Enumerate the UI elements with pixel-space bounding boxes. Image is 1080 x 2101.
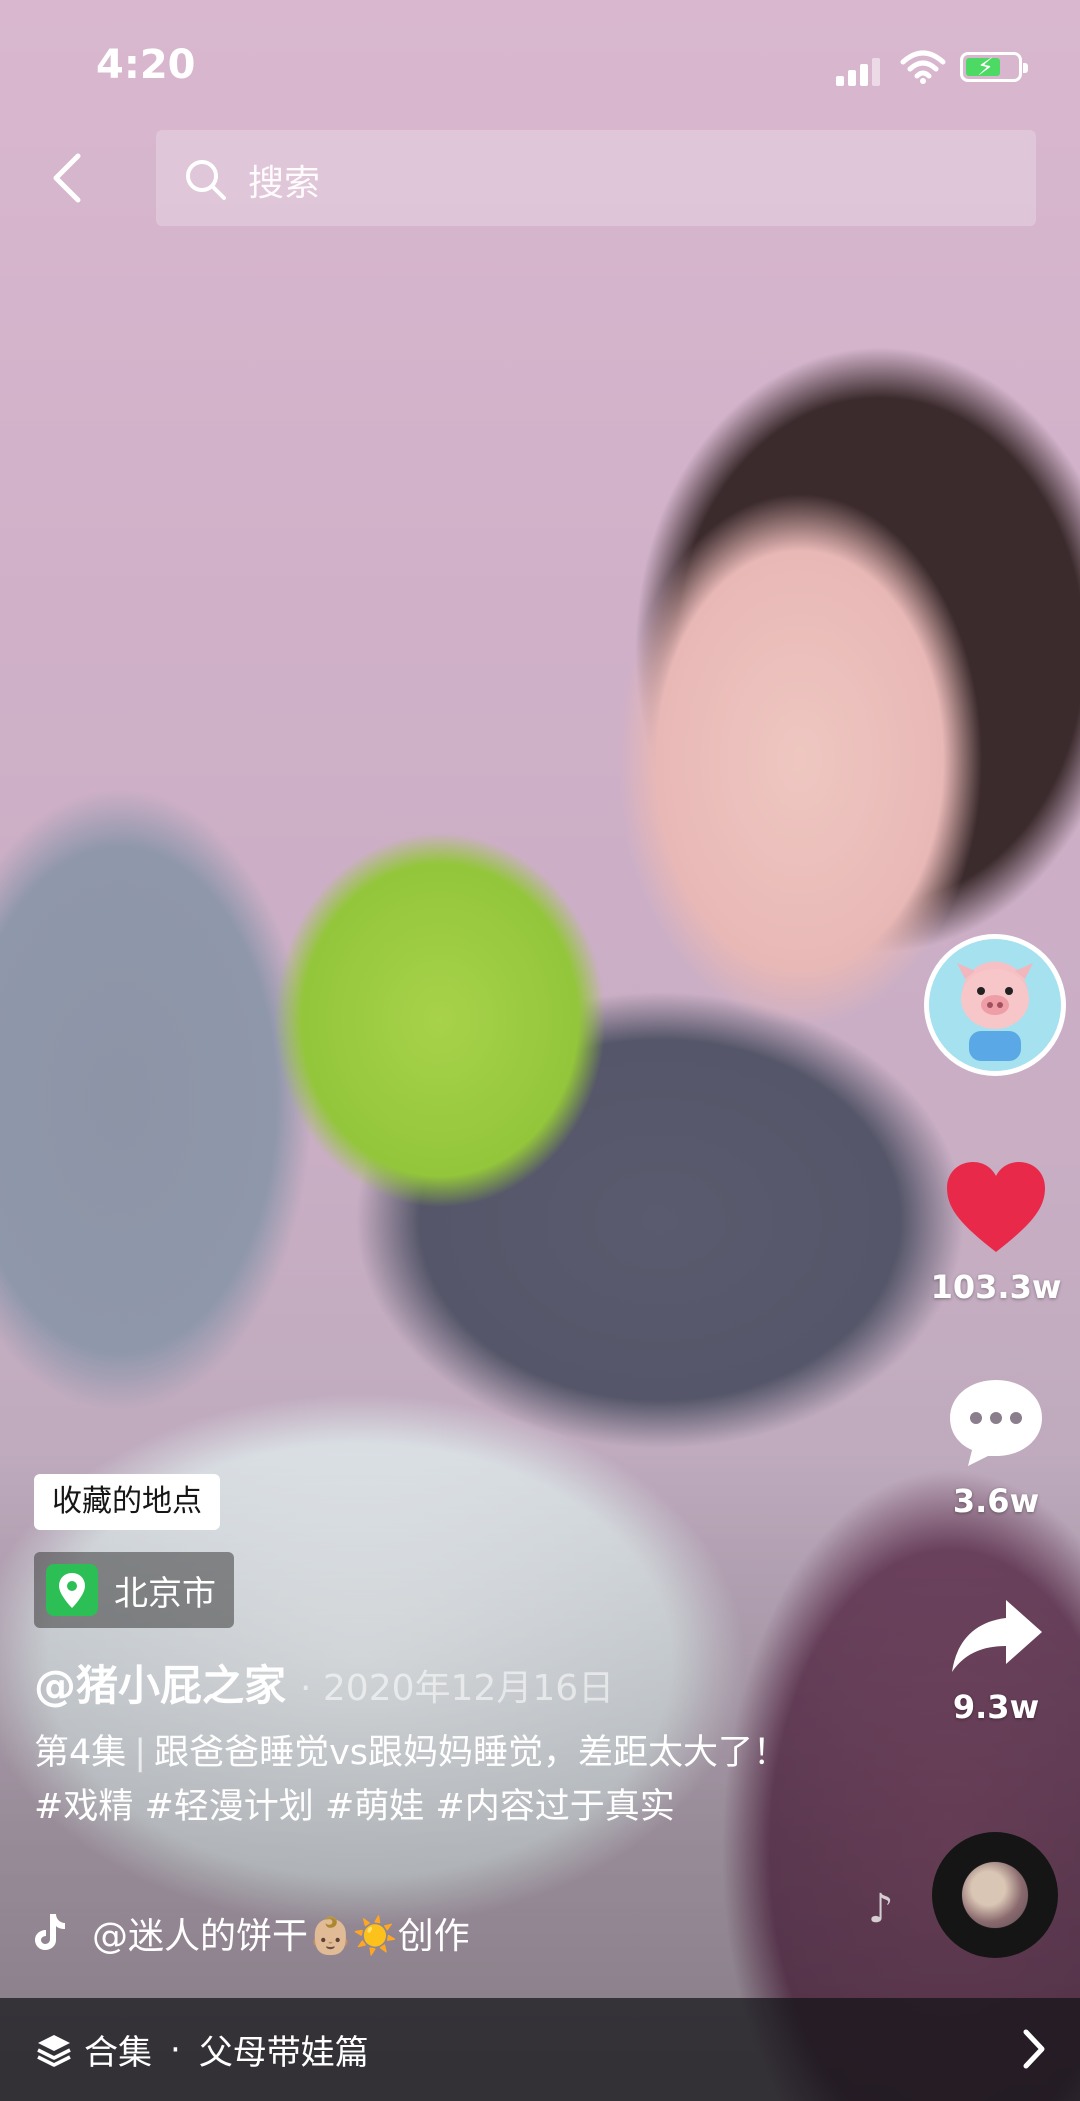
hashtag[interactable]: #戏精 [34, 1787, 133, 1827]
like-count: 103.3w [930, 1268, 1062, 1306]
caption-episode: 第4集 [34, 1733, 127, 1773]
top-bar: 搜索 [0, 128, 1080, 228]
wifi-icon [900, 50, 946, 84]
status-bar: 4:20 ⚡ [0, 0, 1080, 130]
comment-button[interactable]: 3.6w [930, 1376, 1062, 1520]
pig-avatar-image [957, 963, 1033, 1061]
author-name[interactable]: @猪小屁之家 [34, 1661, 286, 1710]
hashtag[interactable]: #轻漫计划 [144, 1787, 313, 1827]
location-pin-icon [46, 1564, 98, 1616]
post-date: · 2020年12月16日 [300, 1668, 615, 1709]
location-chip[interactable]: 北京市 [34, 1552, 234, 1628]
comment-icon [950, 1380, 1042, 1466]
share-icon [952, 1600, 1042, 1672]
collection-title: 父母带娃篇 [198, 2033, 369, 2073]
location-label: 北京市 [114, 1573, 216, 1614]
hashtag[interactable]: #内容过于真实 [435, 1787, 674, 1827]
collection-bar[interactable]: 合集 · 父母带娃篇 [0, 1998, 1080, 2101]
music-credit: @迷人的饼干👶🏼☀️创作 [92, 1916, 470, 1957]
share-button[interactable]: 9.3w [930, 1596, 1062, 1726]
battery-icon: ⚡ [960, 52, 1028, 82]
share-count: 9.3w [952, 1688, 1040, 1726]
video-caption: 第4集 | 跟爸爸睡觉vs跟妈妈睡觉，差距太大了！ #戏精 #轻漫计划 #萌娃 #内… [34, 1726, 794, 1834]
heart-icon [947, 1162, 1045, 1252]
collection-dot: · [170, 2029, 181, 2070]
tiktok-icon [35, 1914, 65, 1950]
comment-count: 3.6w [952, 1482, 1040, 1520]
collection-label: 合集 [84, 2033, 152, 2073]
status-time: 4:20 [96, 42, 196, 88]
stack-icon [37, 2034, 71, 2067]
signal-icon [836, 56, 880, 86]
music-note-icon: ♪ [868, 1886, 894, 1932]
search-icon [186, 160, 226, 200]
music-disc[interactable] [932, 1832, 1058, 1958]
search-placeholder: 搜索 [248, 163, 321, 204]
author-avatar[interactable] [924, 934, 1066, 1076]
back-icon[interactable] [40, 148, 100, 208]
caption-separator: | [134, 1733, 147, 1773]
chevron-right-icon[interactable] [1020, 2028, 1046, 2070]
caption-text: 跟爸爸睡觉vs跟妈妈睡觉，差距太大了！ [154, 1733, 789, 1773]
disc-cover [962, 1862, 1028, 1928]
author-line: @猪小屁之家 · 2020年12月16日 [34, 1652, 614, 1713]
hashtag[interactable]: #萌娃 [325, 1787, 424, 1827]
music-row[interactable]: @迷人的饼干👶🏼☀️创作 [34, 1906, 470, 1960]
saved-places-tag[interactable]: 收藏的地点 [34, 1474, 220, 1530]
like-button[interactable]: 103.3w [930, 1160, 1062, 1306]
search-bar[interactable]: 搜索 [156, 130, 1036, 226]
